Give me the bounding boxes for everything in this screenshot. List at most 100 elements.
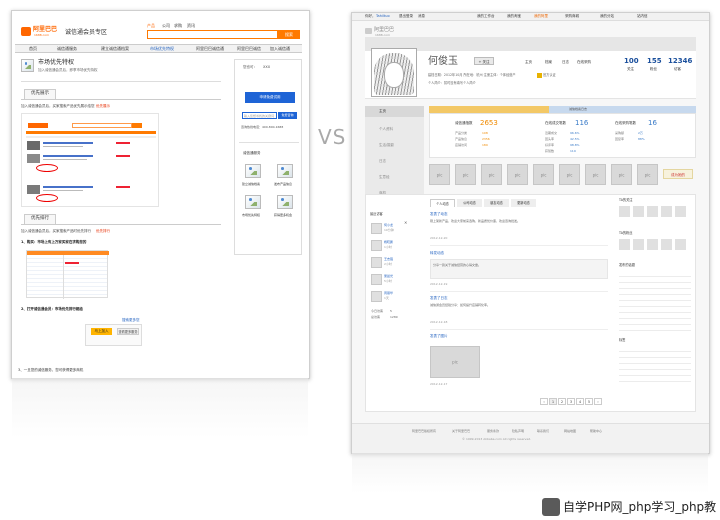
top-bar-link[interactable]: 我的分站 — [600, 14, 614, 19]
feed-item-title[interactable]: 转发动态 — [430, 251, 444, 256]
left-search-input[interactable] — [147, 30, 278, 39]
page-number[interactable]: 2 — [558, 398, 566, 405]
photo-thumb[interactable]: pic — [429, 164, 450, 185]
header-link[interactable]: 日志 — [562, 60, 569, 65]
nav-item[interactable]: 阿里巴巴诚信 — [237, 47, 261, 51]
nav-item[interactable]: 建立诚信通档案 — [101, 47, 129, 51]
photo-thumb[interactable]: pic — [481, 164, 502, 185]
sidebar-search-input[interactable]: 输入您想寻找的关键词 — [242, 112, 277, 119]
side-menu-item[interactable]: 主页 — [365, 106, 424, 117]
top-bar-username[interactable]: Tahiltuo — [376, 14, 390, 19]
feed-item-title[interactable]: 发表了图片 — [430, 334, 448, 339]
close-icon[interactable]: ✕ — [404, 221, 407, 225]
top-bar-logout[interactable]: 退出登录 — [399, 14, 413, 19]
header-link[interactable]: 档案 — [545, 60, 552, 65]
section2-link[interactable]: 优先排行 — [96, 229, 110, 234]
visitor-name[interactable]: 王志强 — [384, 258, 393, 261]
top-bar-messages[interactable]: 消息 — [418, 14, 425, 19]
search-tab[interactable]: 求购 — [174, 24, 182, 28]
left-search-button[interactable]: 搜索 — [278, 30, 300, 39]
feed-tab[interactable]: 朋友动态 — [484, 199, 509, 207]
more-button[interactable]: 查看更多服务 — [117, 328, 139, 335]
header-link[interactable]: 主页 — [525, 60, 532, 65]
nav-item[interactable]: 阿里巴巴诚信通 — [196, 47, 224, 51]
page-number[interactable]: 1 — [549, 398, 557, 405]
fan-avatar[interactable] — [675, 239, 686, 250]
footer-link[interactable]: 网站地图 — [564, 430, 576, 433]
service-image-icon[interactable] — [245, 164, 261, 178]
search-tab[interactable]: 公司 — [162, 24, 170, 28]
nav-item[interactable]: 诚信通服务 — [57, 47, 77, 51]
footer-link[interactable]: 阿里巴巴版权所有 — [412, 430, 436, 433]
side-menu-item[interactable]: 生活/摄影 — [365, 140, 424, 151]
avatar[interactable] — [371, 48, 417, 97]
nav-item[interactable]: 市场优先特权 — [150, 47, 174, 51]
nav-item[interactable]: 加入诚信通 — [270, 47, 290, 51]
visitor-name[interactable]: 周丽华 — [384, 292, 393, 295]
side-menu-item[interactable]: 个人资料 — [365, 124, 424, 135]
fan-avatar[interactable] — [633, 239, 644, 250]
photo-thumb[interactable]: pic — [611, 164, 632, 185]
sidebar-search-button[interactable]: 免费咨询 — [278, 112, 297, 119]
footer-link[interactable]: 服务条款 — [487, 430, 499, 433]
service-image-icon[interactable] — [277, 195, 293, 209]
page-prev[interactable]: ‹ — [540, 398, 548, 405]
visitor-name[interactable]: 何小龙 — [384, 224, 393, 227]
top-bar-link[interactable]: 我的阿里 — [534, 14, 548, 19]
section1-link[interactable]: 优先展示 — [96, 104, 110, 109]
footer-link[interactable]: 帮助中心 — [590, 430, 602, 433]
visitor-avatar[interactable] — [371, 274, 382, 285]
feed-tab[interactable]: 公司动态 — [457, 199, 482, 207]
feed-tab[interactable]: 个人动态 — [430, 199, 455, 207]
top-bar-link[interactable]: 站内信 — [637, 14, 648, 19]
search-tab[interactable]: 产品 — [147, 24, 155, 28]
page-next[interactable]: › — [594, 398, 602, 405]
photo-thumb[interactable]: pic — [533, 164, 554, 185]
stat-value[interactable]: 12346 — [668, 58, 692, 65]
visitor-name[interactable]: 吴晨光 — [384, 275, 393, 278]
photo-thumb[interactable]: pic — [455, 164, 476, 185]
search-tab[interactable]: 资讯 — [187, 24, 195, 28]
service-image-icon[interactable] — [245, 195, 261, 209]
page-number[interactable]: 3 — [567, 398, 575, 405]
visitor-avatar[interactable] — [371, 223, 382, 234]
top-bar-link[interactable]: 采购商城 — [565, 14, 579, 19]
step2-link[interactable]: 搜索更多您 — [122, 318, 140, 323]
follow-avatar[interactable] — [619, 206, 630, 217]
stat-value[interactable]: 100 — [624, 58, 639, 65]
photo-thumb[interactable]: pic — [507, 164, 528, 185]
photo-thumb[interactable]: pic — [559, 164, 580, 185]
visitor-avatar[interactable] — [371, 291, 382, 302]
follow-avatar[interactable] — [633, 206, 644, 217]
left-logo-mark[interactable] — [21, 27, 31, 36]
footer-link[interactable]: 隐私声明 — [512, 430, 524, 433]
photo-extra-link[interactable]: 成为她的 — [663, 169, 693, 179]
feed-item-title[interactable]: 发表了动态 — [430, 212, 448, 217]
side-menu-item[interactable]: 生意经 — [365, 172, 424, 183]
page-number[interactable]: 4 — [576, 398, 584, 405]
visitor-avatar[interactable] — [371, 240, 382, 251]
side-menu-item[interactable]: 日志 — [365, 156, 424, 167]
photo-thumb[interactable]: pic — [637, 164, 658, 185]
fan-avatar[interactable] — [661, 239, 672, 250]
top-bar-link[interactable]: 我的淘宝 — [507, 14, 521, 19]
follow-avatar[interactable] — [661, 206, 672, 217]
join-button[interactable]: 马上加入 — [91, 328, 112, 335]
nav-item[interactable]: 首页 — [29, 47, 37, 51]
top-bar-link[interactable]: 我的工作台 — [477, 14, 495, 19]
logo-mark[interactable] — [365, 28, 372, 34]
sidebar-cta-button[interactable]: 申请免费试用 — [245, 92, 295, 103]
photo-thumb[interactable]: pic — [585, 164, 606, 185]
follow-button[interactable]: + 关注 — [474, 57, 494, 65]
footer-link[interactable]: 联系我们 — [537, 430, 549, 433]
feed-image[interactable]: pic — [430, 346, 480, 378]
page-number[interactable]: 5 — [585, 398, 593, 405]
feed-item-title[interactable]: 发表了日志 — [430, 296, 448, 301]
visitor-name[interactable]: 杨晓鹏 — [384, 241, 393, 244]
follow-avatar[interactable] — [675, 206, 686, 217]
service-image-icon[interactable] — [277, 164, 293, 178]
visitor-avatar[interactable] — [371, 257, 382, 268]
follow-avatar[interactable] — [647, 206, 658, 217]
footer-link[interactable]: 关于阿里巴巴 — [452, 430, 470, 433]
stat-value[interactable]: 155 — [647, 58, 662, 65]
